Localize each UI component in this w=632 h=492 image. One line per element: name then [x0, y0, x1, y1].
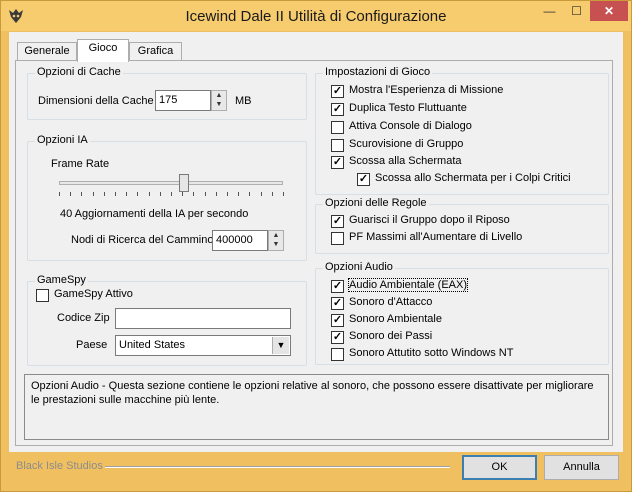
slider-tick	[148, 192, 150, 196]
cache-size-input[interactable]: 175	[155, 90, 211, 111]
checkbox-box[interactable]: ✓	[331, 297, 344, 310]
spin-down-icon[interactable]: ▼	[212, 100, 226, 109]
slider-thumb[interactable]	[179, 174, 190, 192]
checkbox-box[interactable]	[331, 348, 344, 361]
slider-tick	[92, 192, 94, 196]
ok-button[interactable]: OK	[462, 455, 537, 480]
ai-updates-text: 40 Aggiornamenti della IA per secondo	[60, 208, 249, 220]
zip-input[interactable]	[115, 308, 291, 329]
checkbox-label: Sonoro Ambientale	[349, 313, 442, 325]
country-label: Paese	[76, 339, 108, 351]
checkbox-box[interactable]: ✓	[331, 103, 344, 116]
title-bar[interactable]: Icewind Dale II Utilità di Configurazion…	[1, 1, 631, 31]
slider-track[interactable]	[59, 181, 283, 185]
ai-group-title: Opzioni IA	[35, 134, 90, 146]
tab-gioco[interactable]: Gioco	[77, 39, 129, 62]
checkbox-label: Mostra l'Esperienza di Missione	[349, 84, 504, 96]
slider-tick	[227, 192, 228, 196]
game-settings-title: Impostazioni di Gioco	[323, 66, 433, 78]
gamespy-group-title: GameSpy	[35, 274, 88, 286]
checkbox-box[interactable]: ✓	[331, 85, 344, 98]
spin-up-icon[interactable]: ▲	[212, 91, 226, 100]
slider-tick	[115, 192, 116, 196]
country-value: United States	[119, 339, 186, 351]
cache-unit-label: MB	[235, 95, 252, 107]
checkbox-box[interactable]: ✓	[331, 215, 344, 228]
slider-tick	[204, 192, 206, 196]
checkbox-box[interactable]: ✓	[331, 156, 344, 169]
slider-tick	[70, 192, 72, 196]
checkbox-box[interactable]	[331, 232, 344, 245]
close-button[interactable]: ✕	[590, 1, 628, 21]
checkbox-box[interactable]	[331, 121, 344, 134]
checkbox-label: Duplica Testo Fluttuante	[349, 102, 467, 114]
minimize-button[interactable]: —	[536, 1, 563, 21]
slider-tick	[182, 192, 184, 196]
slider-tick	[159, 192, 161, 196]
zip-label: Codice Zip	[57, 312, 110, 324]
checkbox-label: Scossa allo Schermata per i Colpi Critic…	[375, 172, 571, 184]
cache-group-title: Opzioni di Cache	[35, 66, 123, 78]
slider-tick	[137, 192, 139, 196]
checkbox-box[interactable]: ✓	[331, 331, 344, 344]
slider-tick	[171, 192, 172, 196]
slider-tick	[103, 192, 105, 196]
checkbox-label: Sonoro dei Passi	[349, 330, 433, 342]
pathfind-label: Nodi di Ricerca del Cammino	[71, 234, 214, 246]
slider-tick	[283, 192, 284, 196]
checkbox-label: Sonoro d'Attacco	[349, 296, 433, 308]
brand-label: Black Isle Studios	[16, 460, 103, 472]
cache-size-spinner[interactable]: ▲ ▼	[211, 90, 227, 111]
checkbox-label: Scurovisione di Gruppo	[349, 138, 464, 150]
checkbox-label: Attiva Console di Dialogo	[349, 120, 472, 132]
checkbox-label: GameSpy Attivo	[54, 288, 133, 300]
checkbox-box[interactable]: ✓	[331, 314, 344, 327]
cancel-button[interactable]: Annulla	[544, 455, 619, 480]
cache-size-label: Dimensioni della Cache	[38, 95, 154, 107]
chevron-down-icon[interactable]: ▼	[272, 337, 289, 354]
tab-generale[interactable]: Generale	[17, 42, 77, 61]
checkbox-box[interactable]	[36, 289, 49, 302]
config-window: Icewind Dale II Utilità di Configurazion…	[0, 0, 632, 492]
checkbox-label: Guarisci il Gruppo dopo il Riposo	[349, 214, 510, 226]
slider-tick	[193, 192, 195, 196]
footer-divider	[105, 466, 450, 468]
slider-tick	[260, 192, 262, 196]
frame-rate-label: Frame Rate	[51, 158, 110, 170]
audio-title: Opzioni Audio	[323, 261, 395, 273]
description-box: Opzioni Audio - Questa sezione contiene …	[24, 374, 609, 440]
rules-group: Opzioni delle Regole	[315, 197, 609, 254]
slider-tick	[81, 192, 83, 196]
checkbox-label: Sonoro Attutito sotto Windows NT	[349, 347, 514, 359]
slider-tick	[238, 192, 240, 196]
checkbox-label: PF Massimi all'Aumentare di Livello	[349, 231, 523, 243]
slider-tick	[249, 192, 251, 196]
maximize-button[interactable]: ☐	[563, 1, 590, 21]
country-select[interactable]: United States ▼	[115, 335, 291, 356]
spin-up-icon[interactable]: ▲	[269, 231, 283, 240]
slider-tick	[59, 192, 60, 196]
checkbox-box[interactable]: ✓	[331, 280, 344, 293]
tab-grafica[interactable]: Grafica	[129, 42, 182, 61]
slider-tick	[126, 192, 128, 196]
spin-down-icon[interactable]: ▼	[269, 240, 283, 249]
checkbox-label: Audio Ambientale (EAX)	[347, 278, 469, 292]
slider-tick	[215, 192, 217, 196]
pathfind-spinner[interactable]: ▲ ▼	[268, 230, 284, 251]
checkbox-label: Scossa alla Schermata	[349, 155, 462, 167]
rules-title: Opzioni delle Regole	[323, 197, 429, 209]
pathfind-input[interactable]: 400000	[212, 230, 268, 251]
slider-tick	[271, 192, 273, 196]
checkbox-box[interactable]	[331, 139, 344, 152]
checkbox-box[interactable]: ✓	[357, 173, 370, 186]
